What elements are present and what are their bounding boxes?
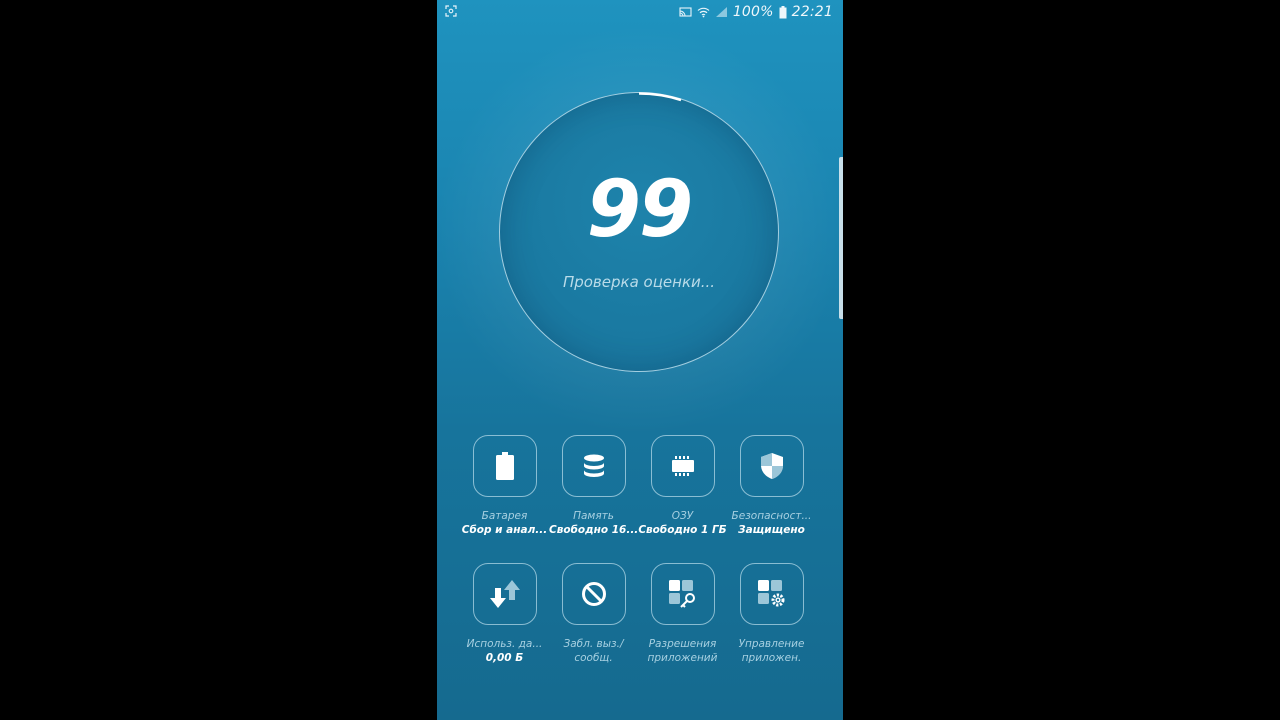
tile-storage[interactable]: Память Свободно 16... <box>549 435 638 536</box>
ram-chip-icon <box>671 456 694 476</box>
tile-ram-value: Свободно 1 ГБ <box>638 524 727 536</box>
app-permissions-icon <box>668 580 695 608</box>
tile-data-usage-button[interactable] <box>472 563 537 625</box>
app-settings-icon <box>757 580 784 607</box>
tile-app-manager-button[interactable] <box>739 563 804 625</box>
phone-screen: 100% 22:21 99 Проверка оценки... Батарея… <box>437 0 843 720</box>
battery-icon <box>495 452 514 480</box>
tile-block-calls[interactable]: Забл. выз./ сообщ. <box>549 563 638 664</box>
tile-ram-label: ОЗУ <box>671 510 694 522</box>
tile-storage-button[interactable] <box>561 435 626 497</box>
tile-storage-value: Свободно 16... <box>549 524 638 536</box>
block-icon <box>581 582 606 606</box>
tile-app-permissions[interactable]: Разрешения приложений <box>638 563 727 664</box>
tile-app-permissions-label: Разрешения <box>648 638 717 650</box>
tile-data-usage[interactable]: Использ. да... 0,00 Б <box>460 563 549 664</box>
tile-security-value: Защищено <box>738 524 805 536</box>
shield-icon <box>760 453 783 479</box>
data-usage-icon <box>489 580 520 608</box>
tile-app-manager[interactable]: Управление приложен. <box>727 563 816 664</box>
tile-ram[interactable]: ОЗУ Свободно 1 ГБ <box>638 435 727 536</box>
storage-icon <box>583 454 604 477</box>
tile-battery[interactable]: Батарея Сбор и анал... <box>460 435 549 536</box>
tile-block-calls-button[interactable] <box>561 563 626 625</box>
tile-data-usage-label: Использ. да... <box>466 638 543 650</box>
tile-security-button[interactable] <box>739 435 804 497</box>
tile-battery-value: Сбор и анал... <box>461 524 548 536</box>
tile-app-permissions-label2: приложений <box>647 652 718 664</box>
tile-security[interactable]: Безопасност... Защищено <box>727 435 816 536</box>
tile-data-usage-value: 0,00 Б <box>485 652 524 664</box>
tile-storage-label: Память <box>573 510 614 522</box>
tile-ram-button[interactable] <box>650 435 715 497</box>
tile-block-calls-label2: сообщ. <box>574 652 613 664</box>
tile-grid: Батарея Сбор и анал... Память Свободно 1… <box>437 0 843 720</box>
tile-security-label: Безопасност... <box>731 510 812 522</box>
tile-battery-label: Батарея <box>481 510 528 522</box>
tile-block-calls-label: Забл. выз./ <box>563 638 624 650</box>
tile-battery-button[interactable] <box>472 435 537 497</box>
tile-app-manager-label2: приложен. <box>741 652 802 664</box>
tile-app-manager-label: Управление <box>738 638 805 650</box>
tile-app-permissions-button[interactable] <box>650 563 715 625</box>
